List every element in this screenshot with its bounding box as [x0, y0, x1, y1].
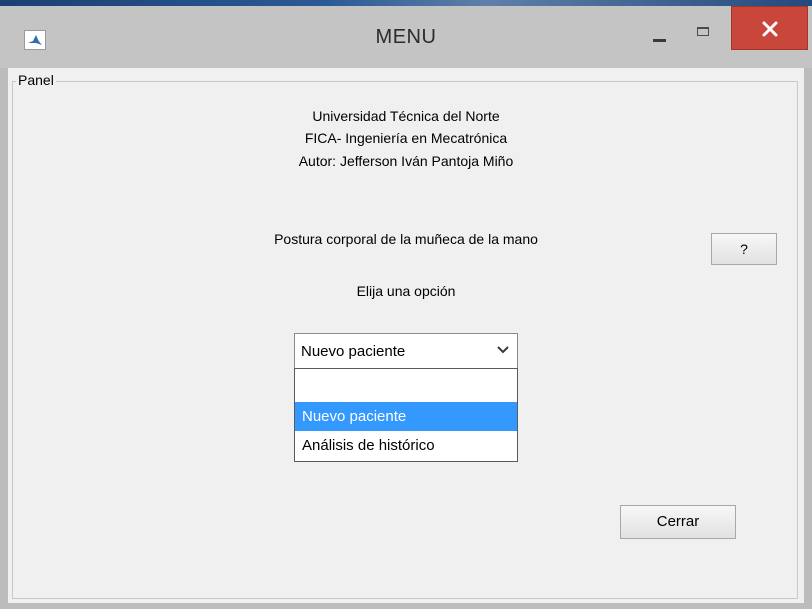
- dropdown-option-nuevo-paciente[interactable]: Nuevo paciente: [295, 402, 517, 431]
- maximize-button[interactable]: [690, 20, 720, 44]
- author-text: Autor: Jefferson Iván Pantoja Miño: [298, 153, 514, 169]
- dropdown-option-analisis-historico[interactable]: Análisis de histórico: [295, 431, 517, 460]
- institution-text: Universidad Técnica del Norte: [312, 108, 500, 124]
- prompt-text: Elija una opción: [356, 283, 456, 299]
- subject-text: Postura corporal de la muñeca de la mano: [274, 231, 538, 247]
- select-value: Nuevo paciente: [301, 343, 406, 360]
- minimize-button[interactable]: [644, 20, 674, 44]
- title-bar[interactable]: MENU: [0, 6, 812, 68]
- faculty-text: FICA- Ingeniería en Mecatrónica: [304, 130, 508, 146]
- close-icon: [762, 21, 778, 37]
- cerrar-button[interactable]: Cerrar: [620, 505, 736, 539]
- chevron-down-icon[interactable]: [489, 334, 517, 368]
- help-button[interactable]: ?: [711, 233, 777, 265]
- option-select[interactable]: Nuevo paciente: [294, 333, 518, 369]
- option-dropdown-list: Nuevo paciente Análisis de histórico: [294, 368, 518, 462]
- close-window-button[interactable]: [731, 6, 808, 50]
- panel-label: Panel: [16, 72, 56, 88]
- panel: Panel Universidad Técnica del Norte FICA…: [8, 68, 804, 603]
- dropdown-option-empty[interactable]: [295, 371, 517, 400]
- menu-window: MENU Panel Universidad Técnica del Norte…: [0, 6, 812, 609]
